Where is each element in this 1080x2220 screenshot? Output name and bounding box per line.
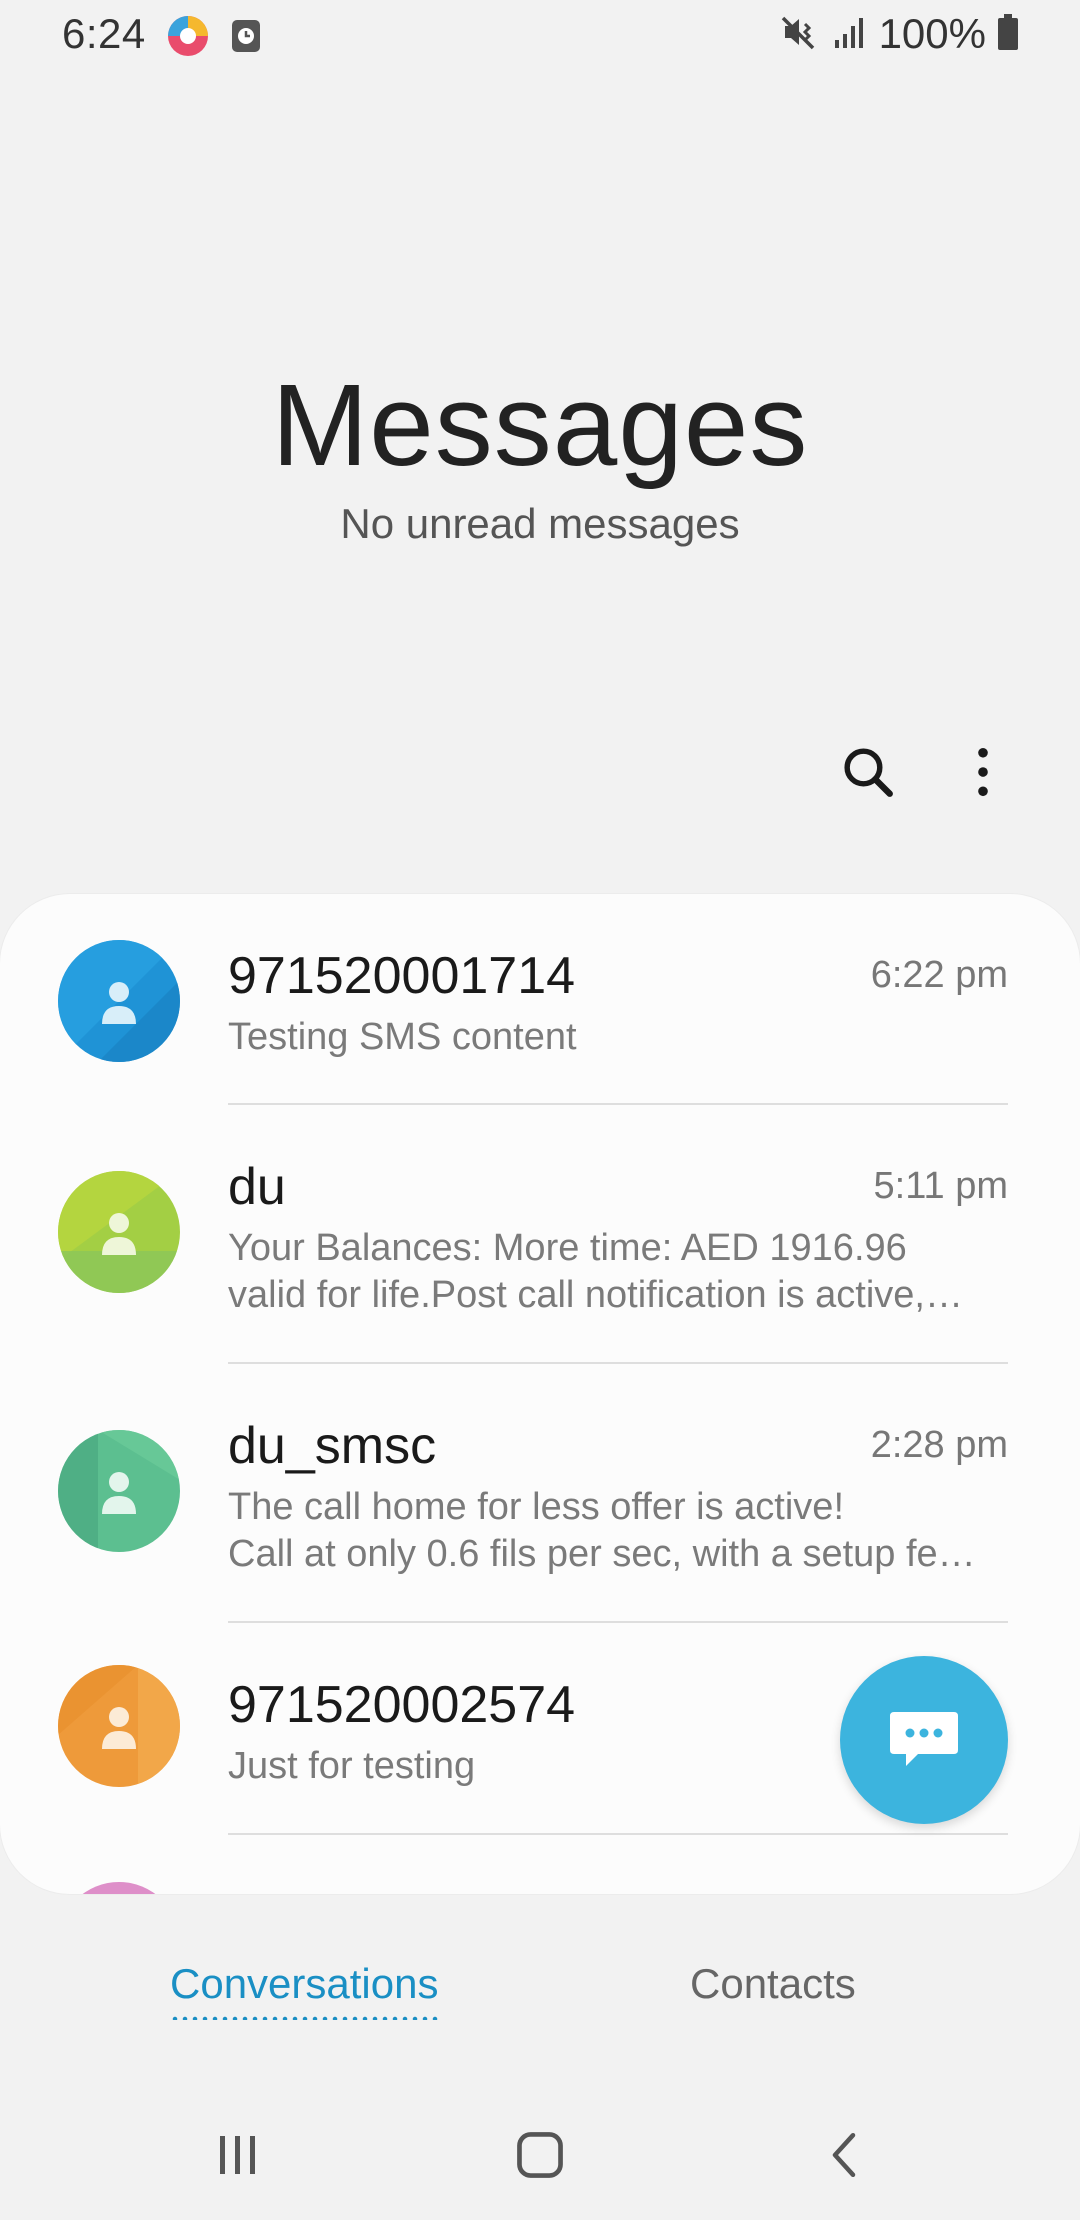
- tab-contacts[interactable]: Contacts: [690, 1960, 856, 2008]
- contact-avatar: [58, 940, 180, 1062]
- home-icon: [517, 2132, 563, 2178]
- recents-button[interactable]: [198, 2120, 278, 2190]
- recents-icon: [220, 2136, 255, 2174]
- search-button[interactable]: [836, 740, 900, 804]
- battery-icon: [996, 12, 1020, 57]
- divider: [228, 1833, 1008, 1835]
- back-button[interactable]: [804, 2120, 884, 2190]
- status-bar: 6:24 100%: [0, 0, 1080, 72]
- preview-line: Call at only 0.6 fils per sec, with a se…: [228, 1533, 976, 1575]
- unread-status: No unread messages: [340, 500, 740, 547]
- preview-line: Testing SMS content: [228, 1016, 577, 1058]
- more-options-button[interactable]: [958, 740, 1008, 804]
- active-tab-indicator: [170, 2016, 442, 2020]
- home-button[interactable]: [500, 2120, 580, 2190]
- message-time: 2:28 pm: [870, 1424, 1008, 1466]
- contact-name: du: [228, 1158, 286, 1216]
- preview-line: Your Balances: More time: AED 1916.96: [228, 1227, 907, 1269]
- tab-conversations[interactable]: Conversations: [170, 1960, 438, 2008]
- contact-name: 971520001714: [228, 947, 576, 1005]
- messages-screen: 6:24 100% Messages No unread messages 97…: [0, 0, 1080, 2220]
- contact-avatar-partial: [58, 1882, 180, 1894]
- page-title: Messages: [271, 360, 809, 490]
- contact-name: 971520002574: [228, 1676, 576, 1734]
- message-time: 5:11 pm: [873, 1165, 1008, 1207]
- compose-message-button[interactable]: [840, 1656, 1008, 1824]
- status-right-group: 100%: [779, 10, 1020, 58]
- preview-line: valid for life.Post call notification is…: [228, 1274, 963, 1316]
- message-preview: Testing SMS content: [228, 1014, 1008, 1061]
- contact-name: du_smsc: [228, 1417, 437, 1475]
- contact-avatar: [58, 1430, 180, 1552]
- mute-vibrate-icon: [779, 12, 819, 57]
- search-icon: [844, 748, 893, 797]
- clock-app-icon: [230, 18, 262, 54]
- conversation-item[interactable]: 971520001714 6:22 pm Testing SMS content: [0, 894, 1080, 1105]
- status-time: 6:24: [62, 10, 146, 57]
- compose-message-icon: [890, 1712, 958, 1766]
- conversation-item[interactable]: du_smsc 2:28 pm The call home for less o…: [0, 1364, 1080, 1624]
- signal-icon: [829, 12, 869, 57]
- message-preview: The call home for less offer is active! …: [228, 1484, 1008, 1578]
- more-options-icon: [978, 747, 988, 797]
- contact-avatar: [58, 1171, 180, 1293]
- message-time: 6:22 pm: [870, 954, 1008, 996]
- contact-avatar: [58, 1665, 180, 1787]
- system-nav-bar: [0, 2100, 1080, 2220]
- message-preview: Your Balances: More time: AED 1916.96 va…: [228, 1225, 1008, 1319]
- preview-line: The call home for less offer is active!: [228, 1486, 844, 1528]
- battery-percentage: 100%: [878, 10, 986, 57]
- app-notification-icon: [166, 14, 210, 58]
- conversation-item[interactable]: du 5:11 pm Your Balances: More time: AED…: [0, 1105, 1080, 1365]
- back-icon: [832, 2132, 856, 2178]
